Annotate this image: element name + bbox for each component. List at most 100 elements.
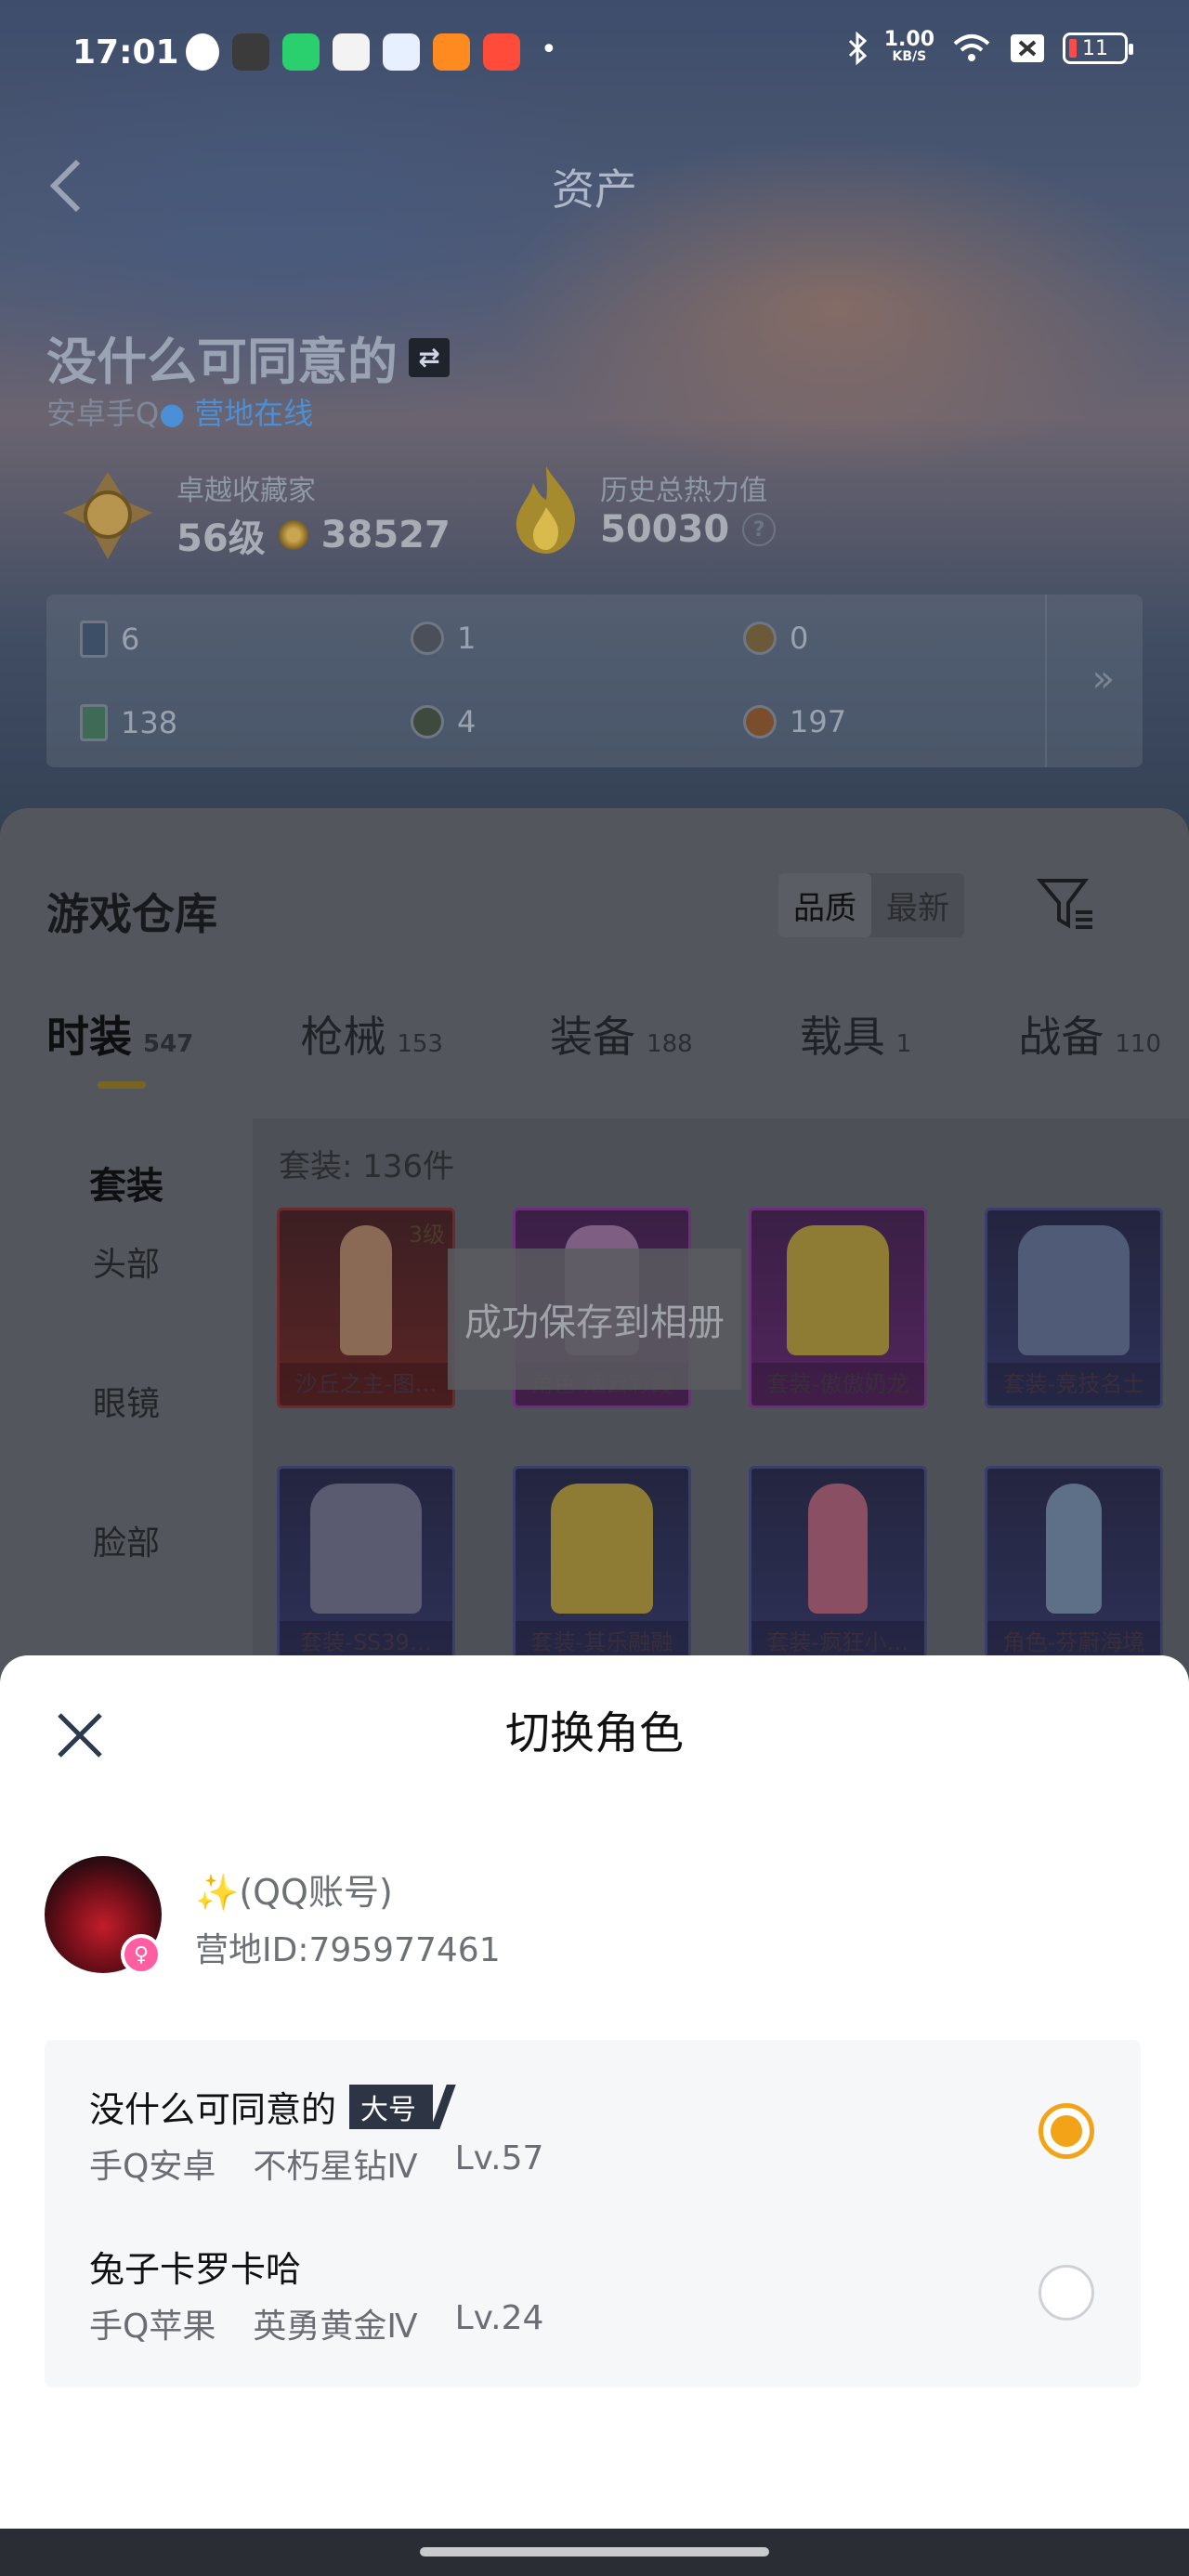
- set-count: 套装: 136件: [279, 1148, 455, 1185]
- profile-subline: 安卓手Q● 营地在线: [46, 396, 314, 431]
- tab-vehicles[interactable]: 载具 1: [800, 1003, 912, 1065]
- tab-guns[interactable]: 枪械 153: [300, 1003, 443, 1065]
- item-card[interactable]: 套装-疯狂小…: [749, 1466, 927, 1667]
- profile-name-row: 没什么可同意的 ⇄: [46, 320, 450, 394]
- heat-label: 历史总热力值: [600, 475, 767, 507]
- item-card[interactable]: 3级 沙丘之主-图…: [277, 1208, 455, 1408]
- item-card[interactable]: 套装-傲傲奶龙: [749, 1208, 927, 1408]
- sort-latest-button[interactable]: 最新: [871, 873, 964, 937]
- role-level: Lv.24: [454, 2299, 544, 2337]
- item-card[interactable]: 角色-芬蔚海境: [985, 1466, 1163, 1667]
- main-account-tag: 大号: [349, 2084, 434, 2129]
- item-card[interactable]: 套装-竞技名士: [985, 1208, 1163, 1408]
- toast-message: 成功保存到相册: [448, 1249, 741, 1390]
- role-option[interactable]: 没什么可同意的 大号 手Q安卓 不朽星钻Ⅳ Lv.57: [89, 2081, 1111, 2188]
- role-meta: 手Q安卓 不朽星钻Ⅳ Lv.57: [89, 2139, 1111, 2188]
- collector-values: 56级 38527: [176, 508, 451, 562]
- sheet-title: 切换角色: [504, 1707, 684, 1759]
- help-icon[interactable]: ?: [742, 513, 777, 546]
- flower-app-icon: [383, 33, 420, 71]
- orb-icon: [411, 705, 444, 739]
- battery-level: 11: [1082, 36, 1108, 60]
- photos-app-icon: [333, 33, 370, 71]
- asset-value: 4: [457, 704, 477, 739]
- role-option[interactable]: 兔子卡罗卡哈 手Q苹果 英勇黄金Ⅳ Lv.24: [89, 2241, 1111, 2347]
- item-level: 3级: [408, 1222, 445, 1248]
- bluetooth-icon: [848, 32, 867, 65]
- asset-item: 197: [743, 704, 846, 739]
- collector-badge-icon: [63, 472, 152, 559]
- item-figure: [1018, 1225, 1130, 1355]
- collector-label: 卓越收藏家: [176, 475, 316, 507]
- divider: [1045, 595, 1047, 767]
- coin-icon: [278, 520, 308, 550]
- asset-item: 1: [411, 621, 476, 656]
- role-platform: 手Q安卓: [89, 2148, 216, 2186]
- filter-icon[interactable]: [1037, 875, 1096, 935]
- tab-label: 载具: [799, 1012, 885, 1062]
- badge-icon: [743, 621, 777, 655]
- flame-icon: [516, 466, 575, 554]
- tab-label: 枪械: [300, 1012, 386, 1062]
- network-speed: 1.00 KB/S: [884, 30, 934, 65]
- battery-icon: 11: [1063, 33, 1133, 64]
- role-radio-selected[interactable]: [1039, 2103, 1094, 2159]
- asset-item: 138: [80, 704, 177, 741]
- role-list: 没什么可同意的 大号 手Q安卓 不朽星钻Ⅳ Lv.57 兔子卡罗卡哈 手Q苹果 …: [45, 2040, 1141, 2387]
- card-icon: [80, 621, 108, 658]
- profile-platform: 安卓手Q: [46, 396, 160, 431]
- wechat-icon: [186, 33, 219, 71]
- online-status: 营地在线: [194, 396, 314, 431]
- item-card[interactable]: 套装-其乐融融: [513, 1466, 691, 1667]
- status-bar: 17:01 • 1.00 KB/S 11: [0, 0, 1189, 104]
- switch-role-sheet: 切换角色 ♀ ✨(QQ账号) 营地ID:795977461 没什么可同意的 大号…: [0, 1655, 1189, 2529]
- status-time: 17:01: [72, 33, 179, 72]
- collector-stat[interactable]: 卓越收藏家 56级 38527: [56, 463, 451, 567]
- sort-quality-button[interactable]: 品质: [778, 873, 871, 937]
- tab-equipment[interactable]: 装备 188: [550, 1003, 693, 1065]
- tab-count: 1: [895, 1030, 912, 1058]
- sim-x-icon: [1011, 34, 1044, 62]
- subcategory-glasses[interactable]: 眼镜: [0, 1377, 253, 1425]
- asset-value: 0: [790, 621, 809, 656]
- camp-id: 营地ID:795977461: [195, 1931, 501, 1969]
- asset-value: 138: [121, 705, 178, 740]
- tab-fashion[interactable]: 时装 547: [46, 1003, 193, 1089]
- subcategory-head[interactable]: 头部: [0, 1237, 253, 1286]
- account-name: ✨(QQ账号): [195, 1872, 393, 1913]
- subcategory-face[interactable]: 脸部: [0, 1516, 253, 1564]
- tab-gear[interactable]: 战备 110: [1018, 1003, 1161, 1065]
- category-tabs: 时装 547 枪械 153 装备 188 载具 1 战备 110: [46, 1003, 1161, 1089]
- tab-label: 时装: [46, 1012, 132, 1062]
- role-name-row: 没什么可同意的 大号: [89, 2081, 1111, 2132]
- tab-label: 战备: [1018, 1012, 1104, 1062]
- role-radio[interactable]: [1039, 2265, 1094, 2321]
- collector-level: 56级: [176, 517, 266, 560]
- calendar-app-icon: [433, 33, 470, 71]
- asset-item: 4: [411, 704, 476, 739]
- role-name-row: 兔子卡罗卡哈: [89, 2241, 1111, 2292]
- notification-icons: •: [186, 33, 557, 71]
- item-card[interactable]: 套装-SS39…: [277, 1466, 455, 1667]
- item-figure: [340, 1225, 392, 1355]
- bronze-coin-icon: [743, 705, 777, 739]
- assets-panel[interactable]: 6 1 0 138 4 197 »: [46, 595, 1143, 767]
- asset-value: 6: [121, 621, 140, 657]
- female-icon: ♀: [121, 1934, 162, 1975]
- chevron-right-icon[interactable]: »: [1092, 658, 1115, 700]
- swap-role-icon[interactable]: ⇄: [409, 337, 450, 377]
- heat-stat[interactable]: 历史总热力值 50030 ?: [509, 463, 777, 556]
- gamepad-app-icon: [483, 33, 520, 71]
- role-name: 没什么可同意的: [89, 2089, 337, 2130]
- game-app-icon: [232, 33, 269, 71]
- more-dot-icon: •: [541, 33, 557, 66]
- asset-value: 1: [457, 621, 477, 656]
- role-rank: 不朽星钻Ⅳ: [253, 2148, 418, 2186]
- green-card-icon: [80, 704, 108, 741]
- coin-count: 38527: [320, 514, 451, 556]
- subcategory-suits[interactable]: 套装: [0, 1156, 253, 1210]
- home-indicator[interactable]: [420, 2547, 769, 2556]
- status-right: 1.00 KB/S 11: [847, 30, 1133, 65]
- tab-count: 110: [1115, 1030, 1161, 1058]
- sort-toggle: 品质 最新: [778, 873, 964, 937]
